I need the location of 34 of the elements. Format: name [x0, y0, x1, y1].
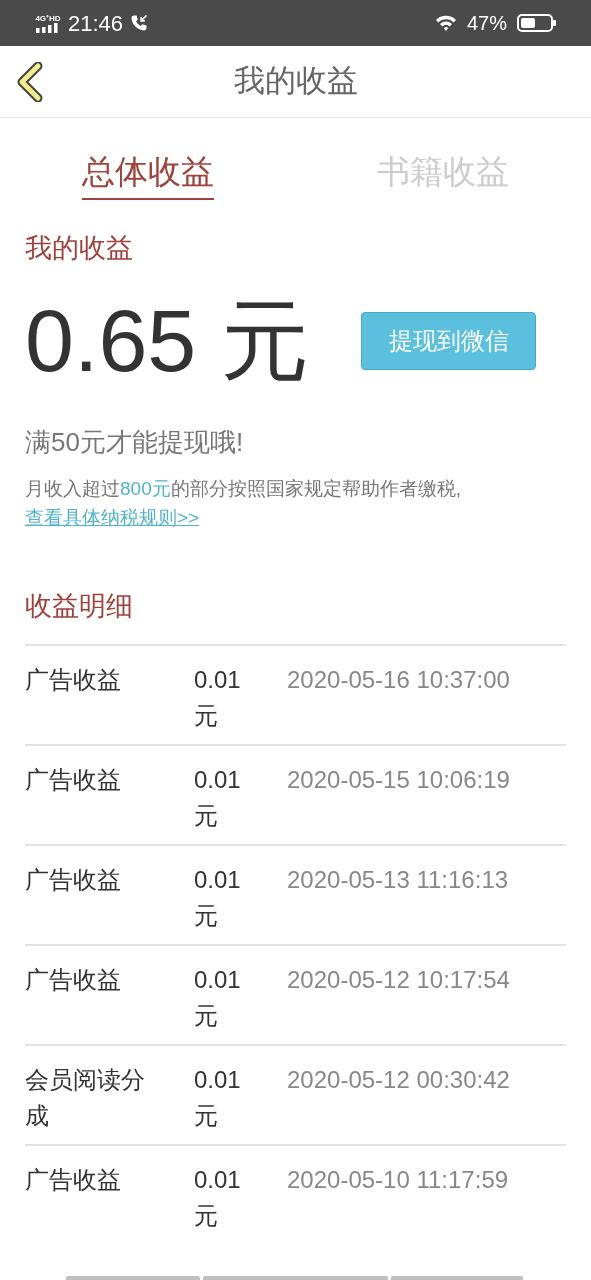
table-cell-text: 广告收益	[25, 1165, 122, 1195]
table-cell-text: 广告收益	[25, 865, 122, 895]
clock: 21:46	[68, 9, 124, 38]
table-cell-text: 会员阅读分成	[25, 1065, 146, 1131]
table-cell-text: 2020-05-13 11:16:13	[287, 865, 509, 895]
table-cell-text: 2020-05-12 10:17:54	[287, 965, 510, 995]
battery-percent: 47%	[466, 11, 507, 36]
section-heading: 收益明细	[25, 590, 134, 623]
table-cell-text: 0.01元	[194, 865, 242, 931]
page-title: 我的收益	[233, 62, 358, 101]
table-cell-text: 广告收益	[25, 665, 122, 695]
withdraw-button[interactable]: 提现到微信	[361, 312, 536, 370]
table-cell-text: 2020-05-10 11:17:59	[287, 1165, 509, 1195]
table-cell-text: 2020-05-15 10:06:19	[287, 765, 510, 795]
table-cell-text: 0.01元	[194, 965, 242, 1031]
wifi-icon	[434, 14, 457, 32]
phone-icon	[129, 13, 150, 33]
table-cell-text: 广告收益	[25, 765, 122, 795]
balance-amount: 0.65 元	[25, 291, 310, 391]
tax-rules-link[interactable]: 查看具体纳税规则>>	[25, 507, 200, 528]
network-type: 4G⁺HD	[35, 13, 61, 23]
table-cell-text: 2020-05-12 00:30:42	[287, 1065, 510, 1095]
table-cell-text: 0.01元	[194, 1165, 242, 1231]
section-heading: 我的收益	[25, 232, 134, 265]
table-cell-text: 0.01元	[194, 765, 242, 831]
tab[interactable]: 总体收益	[81, 152, 214, 200]
table-cell-text: 广告收益	[25, 965, 122, 995]
table-cell-text: 2020-05-16 10:37:00	[287, 665, 510, 695]
signal-icon	[35, 22, 61, 33]
table-cell-text: 0.01元	[194, 665, 242, 731]
battery-icon	[517, 13, 557, 33]
table-cell-text: 0.01元	[194, 1065, 242, 1131]
minimum-note: 满50元才能提现哦!	[25, 426, 245, 459]
tax-note: 月收入超过800元的部分按照国家规定帮助作者缴税,	[25, 477, 462, 501]
